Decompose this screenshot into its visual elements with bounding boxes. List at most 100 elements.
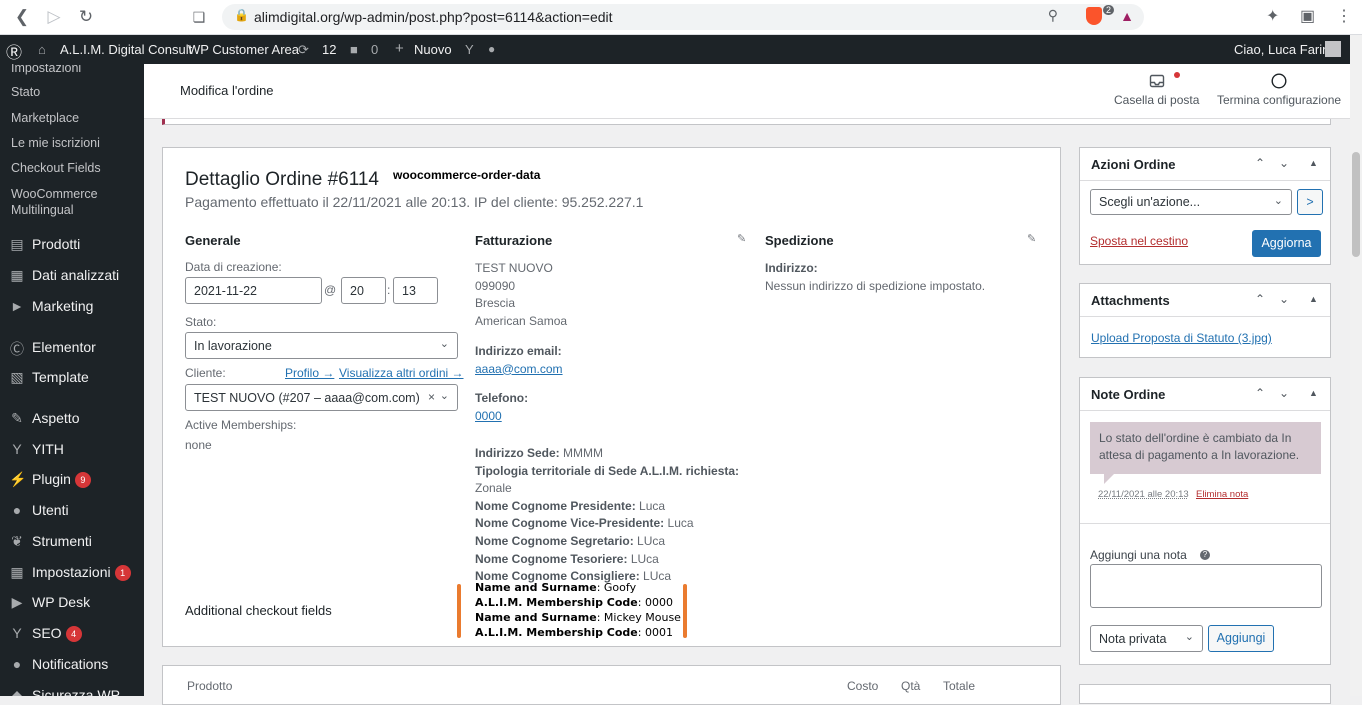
edit-billing-icon[interactable]: ✎ <box>737 232 746 245</box>
sidebar-item-label-group: SEO 4 <box>32 625 82 642</box>
sidebar-item-yith[interactable]: Y YITH <box>0 435 144 465</box>
chevron-up-icon[interactable]: ⌃ <box>1255 156 1265 170</box>
sidebar-item-prodotti[interactable]: ▤ Prodotti <box>0 230 144 260</box>
minute-field[interactable]: 13 <box>393 277 438 304</box>
help-icon[interactable]: ? <box>1200 550 1210 560</box>
toggle-icon[interactable]: ▲ <box>1309 388 1318 398</box>
chevron-down-icon[interactable]: ⌄ <box>1279 386 1289 400</box>
comments-icon[interactable]: ■ <box>350 42 358 57</box>
update-button[interactable]: Aggiorna <box>1252 230 1321 257</box>
chevron-down-icon[interactable]: ⌄ <box>1279 292 1289 306</box>
customer-area-link[interactable]: WP Customer Area <box>188 42 299 57</box>
new-link[interactable]: Nuovo <box>414 42 452 57</box>
field-label: Name and Surname <box>475 581 597 594</box>
field-value: : Mickey Mouse <box>596 611 681 624</box>
forward-icon[interactable]: ▷ <box>43 6 65 28</box>
hour-field[interactable]: 20 <box>341 277 386 304</box>
profile-link[interactable]: Profilo → <box>285 366 334 380</box>
url-text[interactable]: alimdigital.org/wp-admin/post.php?post=6… <box>254 9 613 25</box>
submenu-stato[interactable]: Stato <box>11 84 40 100</box>
extensions-icon[interactable]: ✦ <box>1266 6 1279 26</box>
avatar[interactable] <box>1325 41 1341 57</box>
reload-icon[interactable]: ↻ <box>75 6 97 28</box>
site-name-link[interactable]: A.L.I.M. Digital Consult <box>60 42 192 57</box>
phone-link[interactable]: 0000 <box>475 408 528 426</box>
plus-icon[interactable]: + <box>395 40 404 57</box>
customer-select[interactable]: TEST NUOVO (#207 – aaaa@com.com) × ⌄ <box>185 384 458 411</box>
sidebar-item-template[interactable]: ▧ Template <box>0 363 144 393</box>
finish-setup-button[interactable]: Termina configurazione <box>1217 73 1341 107</box>
sidebar-item-label: SEO <box>32 625 62 641</box>
submenu-woocommerce-multilingual[interactable]: WooCommerce Multilingual <box>11 186 98 218</box>
comments-count[interactable]: 0 <box>371 42 378 57</box>
sidebar-item-notifications[interactable]: ● Notifications <box>0 650 144 680</box>
sidebar-item-strumenti[interactable]: ❦ Strumenti <box>0 527 144 557</box>
sidebar-item-sicurezza[interactable]: ◆ Sicurezza WP <box>0 681 144 696</box>
email-link[interactable]: aaaa@com.com <box>475 361 563 379</box>
brave-shield-icon[interactable] <box>1086 7 1102 25</box>
status-select[interactable]: In lavorazione ⌄ <box>185 332 458 359</box>
scrollbar[interactable] <box>1350 35 1362 696</box>
column-header-product: Prodotto <box>187 679 233 693</box>
date-field[interactable]: 2021-11-22 <box>185 277 322 304</box>
address-bar[interactable]: 🔒 alimdigital.org/wp-admin/post.php?post… <box>222 4 1144 30</box>
general-heading: Generale <box>185 233 241 248</box>
sidebar-item-seo[interactable]: Y SEO 4 <box>0 619 144 649</box>
yoast-icon[interactable]: Y <box>465 42 474 57</box>
submenu-marketplace[interactable]: Marketplace <box>11 110 79 126</box>
colon-label: : <box>387 283 391 297</box>
brave-rewards-icon[interactable]: ▲ <box>1120 8 1134 24</box>
wallet-icon[interactable]: ▣ <box>1300 6 1315 26</box>
note-textarea[interactable] <box>1090 564 1322 608</box>
box-header: Attachments ⌃ ⌄ ▲ <box>1080 284 1330 317</box>
trash-link[interactable]: Sposta nel cestino <box>1090 234 1188 248</box>
zoom-icon[interactable]: ⚲ <box>1048 7 1058 24</box>
delete-note-link[interactable]: Elimina nota <box>1196 489 1248 500</box>
user-greeting[interactable]: Ciao, Luca Farina <box>1234 42 1337 57</box>
toggle-icon[interactable]: ▲ <box>1309 294 1318 304</box>
clear-icon[interactable]: × <box>428 390 435 404</box>
updates-icon[interactable]: ⟳ <box>298 42 309 58</box>
field-value: LUca <box>637 533 666 548</box>
attachment-link[interactable]: Upload Proposta di Statuto (3.jpg) <box>1091 331 1272 345</box>
submenu-impostazioni[interactable]: Impostazioni <box>11 64 81 76</box>
updates-count[interactable]: 12 <box>322 42 336 57</box>
apply-action-button[interactable]: > <box>1297 189 1323 215</box>
wordpress-icon[interactable]: Ⓡ <box>6 39 22 63</box>
bookmark-icon[interactable]: ❏ <box>188 6 210 28</box>
sidebar-item-wp-desk[interactable]: ▶ WP Desk <box>0 588 144 618</box>
custom-field: Zonale <box>475 480 739 498</box>
note-type-select[interactable]: Nota privata ⌄ <box>1090 625 1203 652</box>
admin-bar: Ⓡ ⌂ A.L.I.M. Digital Consult WP Customer… <box>0 35 1350 64</box>
brave-badge: 2 <box>1102 5 1114 15</box>
submenu-iscrizioni[interactable]: Le mie iscrizioni <box>11 135 100 151</box>
inbox-button[interactable]: Casella di posta <box>1114 73 1199 107</box>
chevron-down-icon[interactable]: ⌄ <box>1279 156 1289 170</box>
toggle-icon[interactable]: ▲ <box>1309 158 1318 168</box>
scrollbar-thumb[interactable] <box>1352 152 1360 257</box>
back-icon[interactable]: ❮ <box>11 6 33 28</box>
chevron-up-icon[interactable]: ⌃ <box>1255 292 1265 306</box>
sidebar-item-dati-analizzati[interactable]: ▦ Dati analizzati <box>0 261 144 291</box>
attachments-box: Attachments ⌃ ⌄ ▲ Upload Proposta di Sta… <box>1079 283 1331 358</box>
other-orders-link[interactable]: Visualizza altri ordini → <box>339 366 464 380</box>
edit-shipping-icon[interactable]: ✎ <box>1027 232 1036 245</box>
field-value: Luca <box>639 498 666 513</box>
sidebar-item-marketing[interactable]: ► Marketing <box>0 292 144 322</box>
sidebar-item-elementor[interactable]: Ⓒ Elementor <box>0 333 144 363</box>
woocommerce-header: Modifica l'ordine Casella di posta Termi… <box>144 64 1350 119</box>
sidebar-item-aspetto[interactable]: ✎ Aspetto <box>0 404 144 434</box>
submenu-checkout-fields[interactable]: Checkout Fields <box>11 160 101 176</box>
menu-icon[interactable]: ⋮ <box>1336 6 1352 26</box>
update-badge: 1 <box>114 565 131 581</box>
field-value: Zonale <box>475 481 512 496</box>
sidebar-item-utenti[interactable]: ● Utenti <box>0 496 144 526</box>
wrench-icon: ❦ <box>11 533 23 549</box>
sidebar-item-impostazioni[interactable]: ▦ Impostazioni 1 <box>0 558 144 588</box>
add-note-button[interactable]: Aggiungi <box>1208 625 1274 652</box>
chevron-up-icon[interactable]: ⌃ <box>1255 386 1265 400</box>
sidebar-item-label: Notifications <box>32 656 109 672</box>
action-select[interactable]: Scegli un'azione... ⌄ <box>1090 189 1292 215</box>
divider <box>1080 523 1330 524</box>
sidebar-item-plugin[interactable]: ⚡ Plugin 9 <box>0 465 144 495</box>
